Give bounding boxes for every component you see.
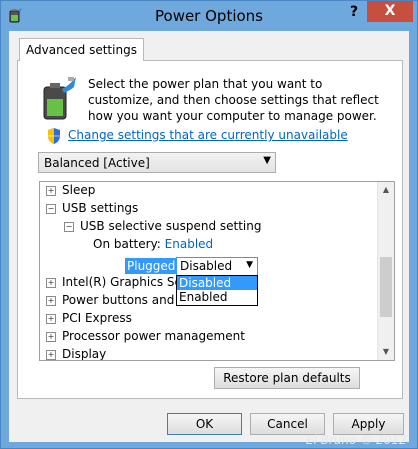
tree-item-label: Power buttons and bbox=[62, 293, 175, 307]
expand-plus-icon[interactable]: + bbox=[46, 278, 56, 288]
expand-plus-icon[interactable]: + bbox=[46, 332, 56, 342]
tree-item-label: Processor power management bbox=[62, 329, 245, 343]
tab-panel: Select the power plan that you want to c… bbox=[17, 60, 403, 399]
power-plan-select[interactable]: Balanced [Active] ▼ bbox=[38, 152, 276, 173]
power-plan-value: Balanced [Active] bbox=[44, 156, 150, 170]
intro-text: Select the power plan that you want to c… bbox=[88, 77, 379, 123]
scroll-down-arrow-icon[interactable]: ▼ bbox=[378, 344, 394, 360]
tree-item-label: USB selective suspend setting bbox=[80, 219, 262, 233]
tree-item-label: USB settings bbox=[62, 201, 139, 215]
dropdown-option-disabled[interactable]: Disabled bbox=[177, 276, 257, 290]
apply-button[interactable]: Apply bbox=[333, 413, 404, 435]
dropdown-option-enabled[interactable]: Enabled bbox=[177, 290, 257, 304]
plugged-in-dropdown-list[interactable]: Disabled Enabled bbox=[176, 275, 258, 306]
plugged-in-combo[interactable]: Disabled ▼ bbox=[176, 257, 258, 276]
close-button[interactable]: X bbox=[367, 1, 413, 22]
tree-item-usb-settings[interactable]: − USB settings bbox=[46, 199, 138, 217]
settings-tree[interactable]: + Sleep − USB settings − USB selective s… bbox=[39, 181, 395, 361]
tree-item-power-buttons[interactable]: + Power buttons and bbox=[46, 291, 174, 309]
power-options-window: Power Options ? X Advanced settings Sele… bbox=[0, 0, 418, 449]
power-battery-icon bbox=[43, 77, 76, 120]
expand-plus-icon[interactable]: + bbox=[46, 350, 56, 360]
collapse-minus-icon[interactable]: − bbox=[46, 204, 56, 214]
uac-shield-icon bbox=[48, 128, 60, 144]
scroll-up-arrow-icon[interactable]: ▲ bbox=[378, 182, 394, 198]
on-battery-value[interactable]: Enabled bbox=[165, 237, 214, 251]
cancel-button[interactable]: Cancel bbox=[250, 413, 325, 435]
tree-item-on-battery[interactable]: On battery: Enabled bbox=[93, 235, 213, 253]
chevron-down-icon: ▼ bbox=[246, 260, 253, 270]
expand-plus-icon[interactable]: + bbox=[46, 314, 56, 324]
expand-plus-icon[interactable]: + bbox=[46, 296, 56, 306]
dialog-client-area: Advanced settings Select the power plan … bbox=[9, 31, 409, 442]
on-battery-label: On battery: bbox=[93, 237, 161, 251]
tree-item-processor-power[interactable]: + Processor power management bbox=[46, 327, 245, 345]
tab-advanced-settings[interactable]: Advanced settings bbox=[19, 38, 144, 61]
chevron-down-icon: ▼ bbox=[263, 155, 271, 166]
tree-item-label: Intel(R) Graphics Se bbox=[62, 275, 182, 289]
change-unavailable-settings-link[interactable]: Change settings that are currently unava… bbox=[68, 128, 348, 142]
tree-item-sleep[interactable]: + Sleep bbox=[46, 182, 95, 199]
tree-item-intel-graphics[interactable]: + Intel(R) Graphics Se bbox=[46, 273, 182, 291]
tree-item-display[interactable]: + Display bbox=[46, 345, 106, 360]
plugged-in-value: Disabled bbox=[180, 259, 233, 273]
title-bar[interactable]: Power Options ? X bbox=[1, 1, 417, 31]
tree-scrollbar[interactable]: ▲ ▼ bbox=[377, 182, 394, 360]
help-button[interactable]: ? bbox=[341, 1, 367, 23]
expand-plus-icon[interactable]: + bbox=[46, 186, 56, 196]
tree-item-usb-selective-suspend[interactable]: − USB selective suspend setting bbox=[64, 217, 261, 235]
watermark-text: El Bruno © 2012 bbox=[306, 433, 407, 447]
tree-item-label: PCI Express bbox=[62, 311, 132, 325]
restore-plan-defaults-button[interactable]: Restore plan defaults bbox=[214, 367, 360, 389]
tree-item-pci-express[interactable]: + PCI Express bbox=[46, 309, 132, 327]
scrollbar-thumb[interactable] bbox=[380, 257, 392, 317]
collapse-minus-icon[interactable]: − bbox=[64, 222, 74, 232]
ok-button[interactable]: OK bbox=[167, 413, 242, 435]
